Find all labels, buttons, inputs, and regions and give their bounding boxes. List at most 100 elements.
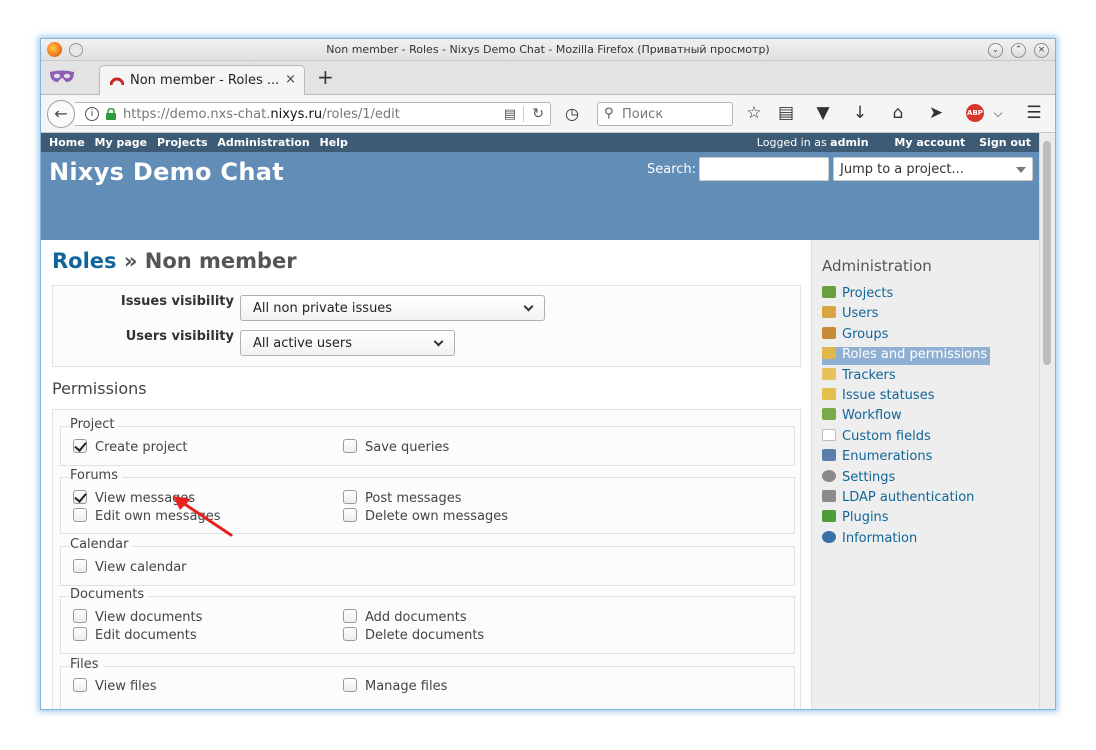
- perm-create-project-checkbox[interactable]: Create project: [73, 439, 187, 455]
- permission-group-title: Calendar: [70, 537, 133, 552]
- quick-search-input[interactable]: [699, 157, 829, 181]
- window-title: Non member - Roles - Nixys Demo Chat - M…: [326, 43, 770, 56]
- checkbox[interactable]: [343, 627, 357, 641]
- users-visibility-value: All active users: [253, 336, 353, 351]
- checkbox[interactable]: [343, 508, 357, 522]
- tab-close-button[interactable]: ×: [285, 72, 296, 87]
- issues-visibility-value: All non private issues: [253, 301, 393, 316]
- roles-breadcrumb-link[interactable]: Roles: [52, 249, 117, 273]
- perm-delete-documents-checkbox[interactable]: Delete documents: [343, 627, 484, 643]
- abp-dropdown-icon[interactable]: ⌵: [987, 106, 1009, 121]
- page-scrollbar[interactable]: [1039, 133, 1055, 709]
- browser-search-input[interactable]: ⚲ Поиск: [597, 102, 733, 126]
- url-bar[interactable]: i https://demo.nxs-chat.nixys.ru/roles/1…: [75, 102, 551, 126]
- site-title[interactable]: Nixys Demo Chat: [49, 158, 284, 186]
- tab-title: Non member - Roles ...: [130, 73, 280, 88]
- adblock-plus-icon[interactable]: ABP: [966, 104, 984, 122]
- sidebar-item-label: Settings: [842, 470, 896, 485]
- jump-to-project-select[interactable]: Jump to a project...: [833, 157, 1033, 181]
- checkbox-label: Edit documents: [95, 628, 197, 643]
- maximize-button[interactable]: ⌃: [1011, 43, 1026, 58]
- perm-view-files-checkbox[interactable]: View files: [73, 678, 157, 694]
- top-menu: Home My page Projects Administration Hel…: [41, 133, 1041, 152]
- ldap-icon: [822, 490, 836, 502]
- top-menu-help[interactable]: Help: [320, 136, 348, 149]
- minimize-button[interactable]: ⌄: [988, 43, 1003, 58]
- sign-out-link[interactable]: Sign out: [979, 136, 1031, 149]
- sidebar-item-trackers[interactable]: Trackers: [822, 368, 896, 386]
- sidebar-item-custom-fields[interactable]: Custom fields: [822, 429, 931, 447]
- sidebar-item-projects[interactable]: Projects: [822, 286, 893, 304]
- close-window-button[interactable]: ×: [1034, 43, 1049, 58]
- ticket-icon: [822, 368, 836, 380]
- checkbox[interactable]: [73, 559, 87, 573]
- sidebar-item-workflow[interactable]: Workflow: [822, 408, 902, 426]
- group-icon: [822, 327, 836, 339]
- top-menu-home[interactable]: Home: [49, 136, 85, 149]
- top-menu-projects[interactable]: Projects: [157, 136, 208, 149]
- home-icon[interactable]: ⌂: [887, 103, 909, 123]
- checkbox[interactable]: [73, 439, 87, 453]
- checkbox[interactable]: [73, 508, 87, 522]
- perm-edit-documents-checkbox[interactable]: Edit documents: [73, 627, 197, 643]
- sidebar-item-label: Information: [842, 531, 918, 546]
- sidebar-item-label: Custom fields: [842, 429, 931, 444]
- sidebar-item-plugins[interactable]: Plugins: [822, 510, 889, 528]
- scrollbar-thumb[interactable]: [1043, 141, 1051, 365]
- sidebar-item-information[interactable]: Information: [822, 531, 917, 549]
- sidebar-item-settings[interactable]: Settings: [822, 470, 895, 488]
- users-visibility-select[interactable]: All active users: [240, 330, 455, 356]
- checkbox[interactable]: [73, 627, 87, 641]
- sidebar-item-label: Plugins: [842, 510, 889, 525]
- custom-fields-icon: [822, 429, 836, 441]
- reload-icon[interactable]: ↻: [523, 106, 544, 122]
- checkbox[interactable]: [343, 678, 357, 692]
- permission-group-title: Documents: [70, 587, 149, 602]
- tab-active[interactable]: Non member - Roles ... ×: [99, 65, 305, 95]
- reader-view-icon[interactable]: ▤: [504, 107, 516, 122]
- sidebar-item-issue-statuses[interactable]: Issue statuses: [822, 388, 934, 406]
- perm-view-calendar-checkbox[interactable]: View calendar: [73, 559, 187, 575]
- checkbox[interactable]: [73, 490, 87, 504]
- checkbox[interactable]: [343, 490, 357, 504]
- main-content: Roles » Non member Issues visibility All…: [41, 240, 811, 709]
- logged-in-user-link[interactable]: admin: [830, 136, 868, 149]
- logged-in-prefix: Logged in as: [756, 136, 827, 149]
- send-tab-icon[interactable]: ➤: [925, 103, 947, 123]
- projects-icon: [822, 286, 836, 298]
- issues-visibility-select[interactable]: All non private issues: [240, 295, 545, 321]
- visibility-settings-box: Issues visibility All non private issues…: [52, 285, 801, 367]
- perm-delete-own-messages-checkbox[interactable]: Delete own messages: [343, 508, 508, 524]
- back-button[interactable]: ←: [47, 100, 75, 128]
- title-bar: Non member - Roles - Nixys Demo Chat - M…: [41, 39, 1055, 61]
- users-visibility-label: Users visibility: [125, 329, 234, 344]
- pocket-icon[interactable]: ▼: [812, 103, 834, 123]
- history-clock-icon[interactable]: ◷: [565, 104, 579, 123]
- info-icon: [822, 531, 836, 543]
- hamburger-menu-icon[interactable]: ☰: [1023, 103, 1045, 123]
- bookmark-star-icon[interactable]: ☆: [743, 103, 765, 123]
- perm-post-messages-checkbox[interactable]: Post messages: [343, 490, 462, 506]
- reading-list-icon[interactable]: ▤: [775, 103, 797, 123]
- checkbox-label: View files: [95, 679, 157, 694]
- top-menu-my-page[interactable]: My page: [95, 136, 148, 149]
- checkbox[interactable]: [343, 609, 357, 623]
- sidebar-item-users[interactable]: Users: [822, 306, 878, 324]
- sidebar-item-roles-and-permissions[interactable]: Roles and permissions: [822, 347, 991, 365]
- my-account-link[interactable]: My account: [894, 136, 965, 149]
- downloads-icon[interactable]: ↓: [849, 103, 871, 123]
- annotation-arrow-icon: [173, 496, 233, 537]
- perm-add-documents-checkbox[interactable]: Add documents: [343, 609, 467, 625]
- perm-manage-files-checkbox[interactable]: Manage files: [343, 678, 447, 694]
- site-info-icon[interactable]: i: [85, 107, 99, 121]
- top-menu-administration[interactable]: Administration: [217, 136, 309, 149]
- perm-view-documents-checkbox[interactable]: View documents: [73, 609, 202, 625]
- sidebar-item-ldap-authentication[interactable]: LDAP authentication: [822, 490, 974, 508]
- sidebar-item-enumerations[interactable]: Enumerations: [822, 449, 932, 467]
- checkbox[interactable]: [343, 439, 357, 453]
- new-tab-button[interactable]: +: [317, 65, 334, 89]
- sidebar-item-groups[interactable]: Groups: [822, 327, 888, 345]
- checkbox[interactable]: [73, 609, 87, 623]
- checkbox[interactable]: [73, 678, 87, 692]
- perm-save-queries-checkbox[interactable]: Save queries: [343, 439, 449, 455]
